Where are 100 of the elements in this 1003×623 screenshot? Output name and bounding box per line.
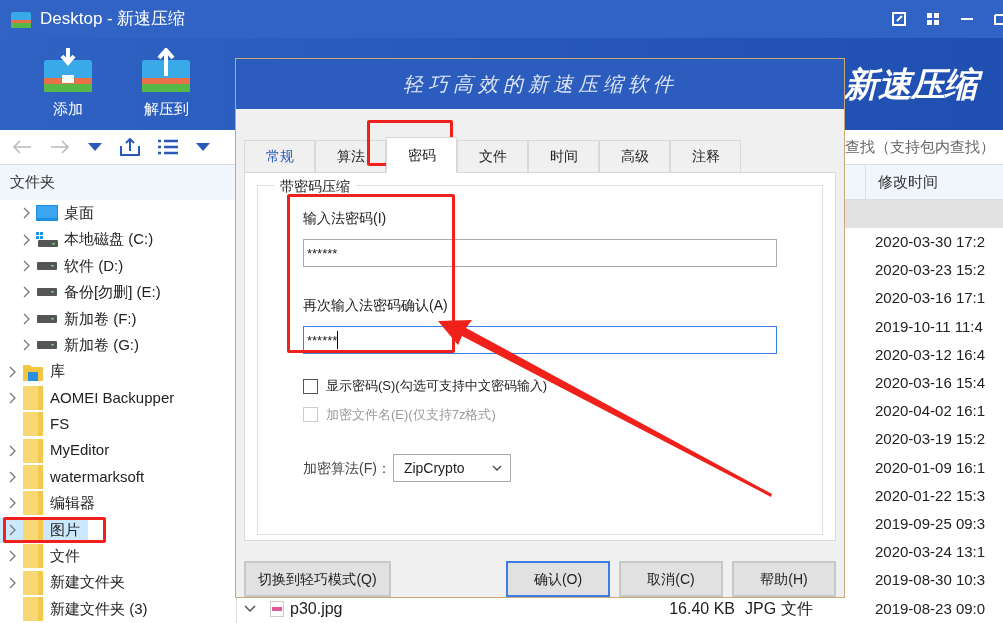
- dialog-button[interactable]: 取消(C): [619, 561, 723, 597]
- tree-item-label: 桌面: [64, 202, 94, 223]
- list-view-icon[interactable]: [158, 139, 178, 155]
- chevron-right-icon[interactable]: [8, 576, 16, 589]
- chevron-right-icon[interactable]: [22, 259, 30, 272]
- monitor-icon: [36, 205, 58, 222]
- drive-icon: [36, 287, 58, 298]
- modified-time: 2020-03-12 16:4: [875, 345, 986, 363]
- chevron-right-icon[interactable]: [22, 207, 30, 220]
- tree-item-label: 图片: [50, 519, 80, 540]
- upload-icon[interactable]: [120, 138, 140, 156]
- tree-item-label: 编辑器: [50, 493, 95, 514]
- maximize-icon[interactable]: [994, 12, 1003, 26]
- tree-item[interactable]: 新加卷 (G:): [0, 331, 147, 359]
- folder-icon: [23, 597, 43, 622]
- chevron-right-icon[interactable]: [22, 312, 30, 325]
- modified-time: 2019-08-23 09:0: [875, 599, 986, 617]
- dialog-button[interactable]: 切换到轻巧模式(Q): [244, 561, 391, 597]
- modified-time: 2020-03-23 15:2: [875, 261, 986, 279]
- tree-item[interactable]: FS: [0, 411, 78, 438]
- checkbox[interactable]: [303, 378, 318, 394]
- chevron-right-icon[interactable]: [8, 365, 16, 378]
- tree-item[interactable]: 本地磁盘 (C:): [0, 226, 162, 253]
- tree-item-label: 库: [50, 361, 65, 382]
- checkbox-label: 显示密码(S)(勾选可支持中文密码输入): [326, 377, 547, 396]
- modified-time: 2020-03-24 13:1: [875, 543, 986, 561]
- folder-icon: [23, 544, 43, 569]
- tree-item-label: 新加卷 (G:): [64, 334, 139, 355]
- dropdown-caret-icon[interactable]: [196, 143, 210, 151]
- tree-item[interactable]: AOMEI Backupper: [0, 384, 183, 412]
- tab[interactable]: 高级: [599, 140, 670, 174]
- tree-item[interactable]: 新建文件夹: [0, 569, 133, 596]
- tree-item-label: 备份[勿删] (E:): [64, 282, 161, 303]
- folder-icon: [23, 465, 43, 490]
- tree-item[interactable]: 编辑器: [0, 490, 103, 517]
- tree-item-label: 文件: [50, 546, 80, 566]
- chevron-right-icon[interactable]: [8, 497, 16, 510]
- algorithm-select[interactable]: ZipCrypto: [392, 454, 511, 483]
- box-arrow-out-icon: [140, 47, 192, 94]
- chevron-right-icon[interactable]: [8, 444, 16, 457]
- chevron-down-icon: [491, 465, 502, 472]
- chevron-right-icon[interactable]: [8, 471, 16, 484]
- chevron-right-icon[interactable]: [22, 233, 30, 246]
- password-field[interactable]: ******: [303, 239, 777, 268]
- field-label: 再次输入法密码确认(A): [303, 296, 449, 316]
- tree-item-label: AOMEI Backupper: [50, 387, 175, 408]
- folder-icon: [23, 491, 43, 516]
- drive-icon: [36, 260, 58, 271]
- dialog-title: 轻巧高效的新速压缩软件: [402, 71, 678, 99]
- dropdown-caret-icon[interactable]: [88, 143, 102, 151]
- chevron-right-icon[interactable]: [22, 286, 30, 299]
- edit-icon[interactable]: [892, 12, 906, 26]
- dialog-button[interactable]: 确认(O): [506, 561, 610, 597]
- tree-item-label: 软件 (D:): [64, 255, 124, 276]
- file-row[interactable]: p30.jpg 16.40 KB JPG 文件 2019-08-23 09:0: [237, 594, 1003, 623]
- tree-item-label: watermarksoft: [50, 466, 145, 487]
- tree-item[interactable]: 软件 (D:): [0, 252, 132, 280]
- toolbar-button[interactable]: 解压到: [138, 47, 194, 121]
- folder-icon: [23, 570, 43, 595]
- tab[interactable]: 文件: [457, 140, 528, 174]
- chevron-right-icon[interactable]: [8, 391, 16, 404]
- field-label: 加密算法(F)：: [303, 458, 391, 478]
- tree-item-label: 新建文件夹 (3): [50, 598, 148, 619]
- folder-icon: [23, 385, 43, 410]
- window-title: Desktop - 新速压缩: [40, 8, 186, 31]
- tree-item[interactable]: 备份[勿删] (E:): [0, 279, 169, 306]
- field-label: 输入法密码(I): [303, 209, 388, 229]
- toolbar-button[interactable]: 添加: [40, 47, 96, 121]
- tree-item-label: 新建文件夹: [50, 572, 125, 593]
- search-field[interactable]: 查找（支持包内查找）: [845, 134, 1003, 160]
- file-name: p30.jpg: [290, 598, 343, 619]
- tree-item[interactable]: 文件: [0, 543, 88, 570]
- file-size: 16.40 KB: [669, 598, 735, 619]
- file-type: JPG 文件: [745, 599, 813, 617]
- tab[interactable]: 时间: [528, 140, 599, 174]
- tree-item[interactable]: watermarksoft: [0, 463, 153, 491]
- dialog-button[interactable]: 帮助(H): [732, 561, 836, 597]
- tab[interactable]: 常规: [244, 140, 315, 174]
- tree-item[interactable]: 库: [0, 358, 73, 385]
- chevron-right-icon[interactable]: [8, 523, 16, 536]
- tree-item-label: 新加卷 (F:): [64, 308, 137, 329]
- drive-icon: [36, 340, 58, 351]
- grid-icon[interactable]: [926, 12, 940, 26]
- tab[interactable]: 密码: [386, 137, 457, 174]
- tab[interactable]: 注释: [670, 140, 741, 174]
- chevron-right-icon[interactable]: [22, 339, 30, 352]
- folder-icon: [23, 412, 43, 437]
- folder-icon: [23, 438, 43, 463]
- confirm-password-field[interactable]: ******: [303, 326, 777, 355]
- tree-item[interactable]: MyEditor: [0, 437, 118, 464]
- column-header[interactable]: 修改时间: [878, 170, 938, 194]
- tree-item[interactable]: 新建文件夹 (3): [0, 595, 156, 623]
- chevron-right-icon[interactable]: [8, 550, 16, 563]
- checkbox-label: 加密文件名(E)(仅支持7z格式): [326, 405, 496, 424]
- tree-item[interactable]: 桌面: [0, 200, 102, 227]
- modified-time: 2020-01-22 15:3: [875, 486, 986, 504]
- tree-item[interactable]: 新加卷 (F:): [0, 305, 145, 332]
- chevron-down-icon[interactable]: [243, 604, 256, 613]
- system-drive-icon: [36, 231, 58, 248]
- drive-icon: [36, 313, 58, 324]
